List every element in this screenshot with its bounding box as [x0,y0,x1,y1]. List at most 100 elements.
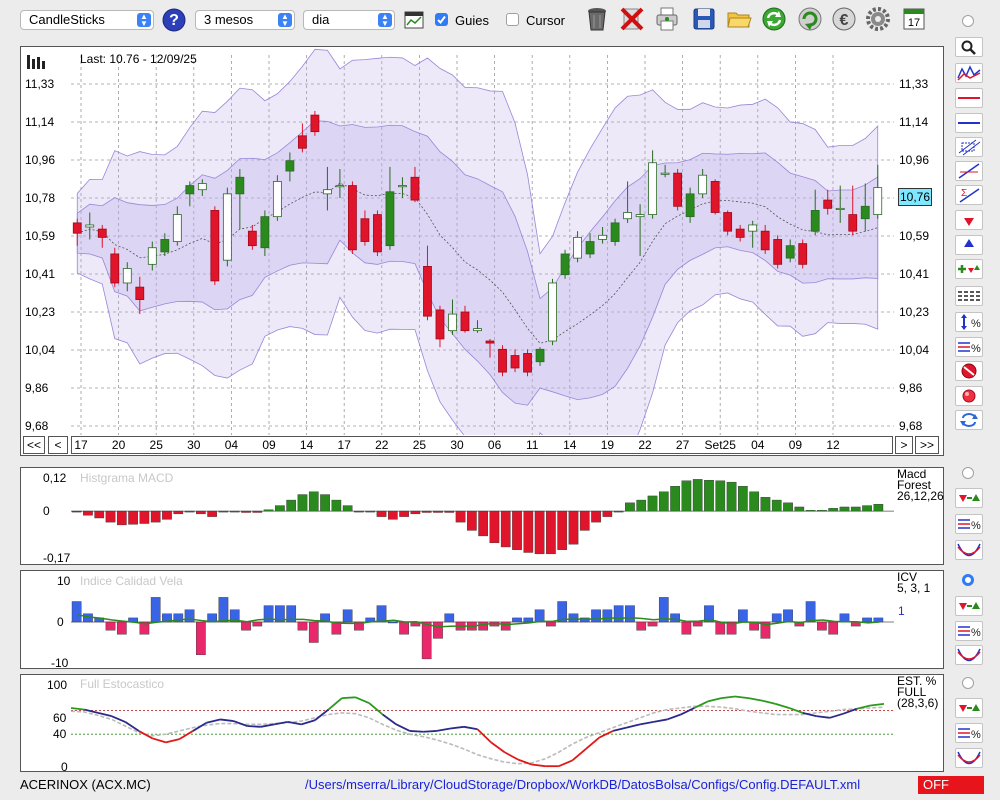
icv-bar [771,613,782,623]
buy-signal-button[interactable] [955,235,983,255]
candle-body [260,216,270,249]
macd-bar [828,508,839,512]
swap-button[interactable] [955,410,983,430]
icv-bar [625,605,635,623]
stochastic-curve-button[interactable] [955,748,983,768]
candle-body [548,282,557,342]
off-indicator[interactable]: OFF [918,776,984,794]
y-tick-label-left: 9,86 [25,381,49,395]
question-icon[interactable]: ? [162,8,186,32]
add-signals-button[interactable] [955,259,983,279]
folder-icon[interactable] [726,6,752,32]
stochastic-y-tick-label: 40 [53,727,67,741]
cursor-checkbox[interactable] [506,13,519,26]
nav-prev-button[interactable]: < [48,436,68,454]
blue-line-button[interactable] [955,113,983,133]
print-icon[interactable] [654,6,680,32]
stochastic-fast-segment [178,730,194,740]
main-chart-radio[interactable] [962,15,974,27]
candle-body [435,309,445,340]
macd-bar [591,510,601,523]
x-tick-label: 20 [112,438,126,452]
refresh-icon[interactable] [761,6,787,32]
candle-body [485,340,495,344]
interval-select[interactable]: dia ▲ ▼ [303,10,395,30]
icv-curve-button[interactable] [955,645,983,665]
candle-body [748,224,758,232]
macd-bar [94,510,105,519]
stochastic-fast-segment [761,699,776,705]
channel-button[interactable] [955,137,983,157]
icv-radio[interactable] [962,574,974,586]
stochastic-levels-button[interactable]: % [955,723,983,743]
trash-icon[interactable] [584,6,610,32]
icv-bar [297,621,308,631]
y-tick-label-right: 10,41 [899,267,929,281]
calendar-icon[interactable]: 17 [901,6,927,32]
macd-bar [410,510,421,515]
last-price-label: Last: 10.76 - 12/09/25 [80,52,197,66]
candle-body [135,286,145,300]
lines-percent-button[interactable]: % [955,337,983,357]
macd-bar [184,510,195,513]
macd-signals-button[interactable] [955,488,983,508]
icv-signals-button[interactable] [955,596,983,616]
chart-type-select[interactable]: CandleSticks ▲ ▼ [20,10,154,30]
volume-bars-icon[interactable] [27,53,47,69]
icv-levels-button[interactable]: % [955,621,983,641]
stochastic-slow-line [70,705,885,765]
macd-bar [139,510,150,524]
stochastic-fast-segment [260,723,275,728]
x-tick-label: 09 [262,438,276,452]
icv-legend-2: 5, 3, 1 [897,581,931,595]
y-tick-label-right: 10,96 [899,153,929,167]
grid-lines-button[interactable] [955,286,983,306]
vertical-range-percent-icon: % [961,314,981,330]
table-icon[interactable] [404,11,424,29]
red-line-button[interactable] [955,88,983,108]
config-path-link[interactable]: /Users/mserra/Library/CloudStorage/Dropb… [305,777,860,792]
macd-radio[interactable] [962,467,974,479]
y-tick-label-left: 10,04 [25,343,55,357]
candlestick-chart[interactable]: 11,3311,3311,1411,1410,9610,9610,7810,78… [21,47,943,435]
candle-body [585,241,595,255]
candle-body [97,228,107,238]
delete-icon[interactable] [619,6,645,32]
candle-body [635,214,645,218]
macd-bar [771,499,782,512]
date-axis: 17 20 25 30 04 09 14 17 22 25 30 06 11 14 19 22 27 Set25 0… [74,438,840,452]
zoom-button[interactable] [955,37,983,57]
svg-text:%: % [971,729,981,741]
nav-first-button[interactable]: << [23,436,45,454]
sell-signal-button[interactable] [955,210,983,230]
horizontal-line-red-icon [958,97,980,99]
download-icon[interactable] [797,6,823,32]
euro-icon[interactable]: € [831,6,857,32]
gear-icon[interactable] [865,6,891,32]
icv-bar [116,621,127,635]
stochastic-fast-segment [707,697,722,703]
cancel-button[interactable] [955,361,983,381]
y-tick-label-right: 9,68 [899,419,923,433]
macd-levels-button[interactable]: % [955,514,983,534]
save-icon[interactable] [691,6,717,32]
lines-percent-icon: % [958,728,981,741]
fibonacci-button[interactable]: Σ [955,185,983,205]
stochastic-signals-button[interactable] [955,698,983,718]
calendar-day-text: 17 [908,17,920,29]
stochastic-fast-segment [626,723,641,729]
range-percent-button[interactable]: % [955,312,983,332]
x-tick-label: 09 [789,438,803,452]
macd-curve-button[interactable] [955,540,983,560]
guides-checkbox[interactable] [435,13,448,26]
trendline-button[interactable] [955,161,983,181]
record-button[interactable] [955,386,983,406]
stochastic-radio[interactable] [962,677,974,689]
candle-body [348,185,357,251]
period-select[interactable]: 3 mesos ▲ ▼ [195,10,295,30]
y-tick-label-left: 10,23 [25,305,55,319]
macd-bar [467,510,477,531]
nav-next-button[interactable]: > [895,436,913,454]
nav-last-button[interactable]: >> [915,436,939,454]
indicator-overlay-button[interactable] [955,63,983,83]
